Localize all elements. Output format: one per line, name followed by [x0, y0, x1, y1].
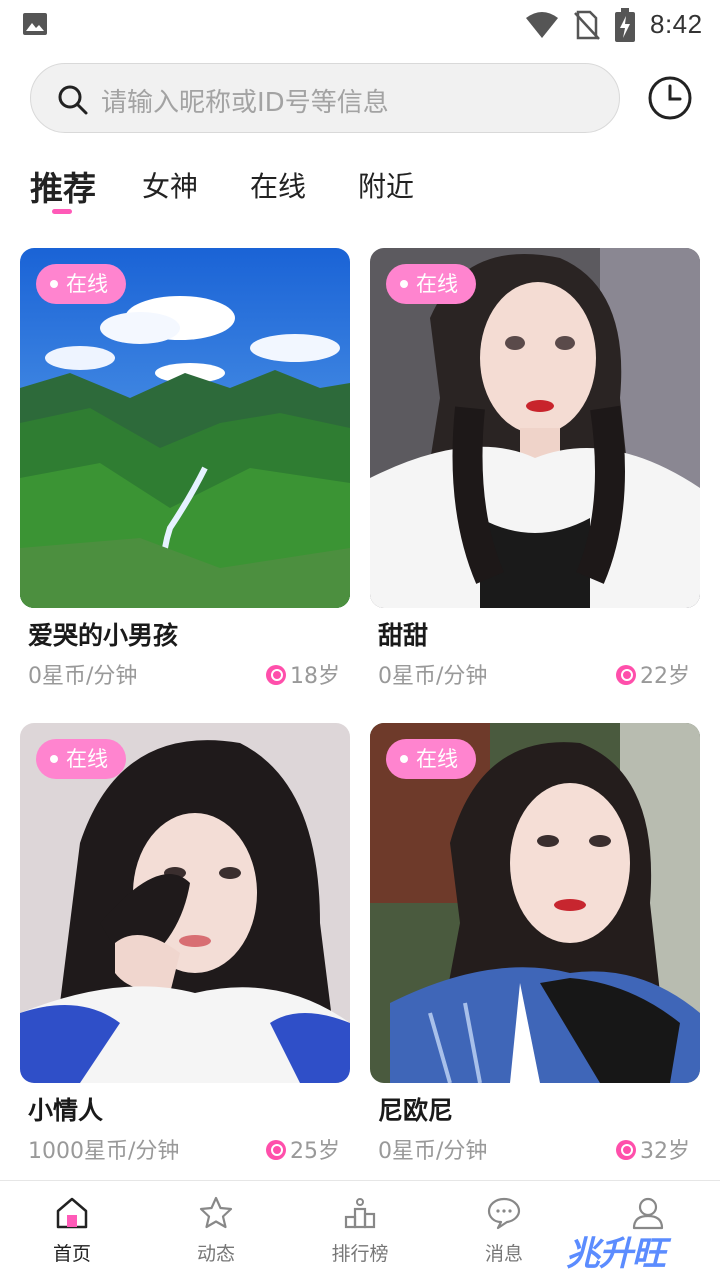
- chat-icon: [487, 1197, 521, 1230]
- call-price: 1000星币/分钟: [28, 1139, 180, 1164]
- call-price: 0星币/分钟: [378, 664, 488, 689]
- tab-goddess[interactable]: 女神: [142, 165, 198, 205]
- call-price: 0星币/分钟: [28, 664, 138, 689]
- call-price: 0星币/分钟: [378, 1139, 488, 1164]
- user-card[interactable]: 在线 爱哭的小男孩 0星币/分钟 18岁: [20, 248, 350, 698]
- nav-home[interactable]: 首页: [0, 1181, 144, 1280]
- tab-online[interactable]: 在线: [250, 165, 306, 205]
- active-tab-indicator: [52, 209, 72, 214]
- clock-time: 8:42: [650, 9, 703, 39]
- female-icon: [266, 665, 286, 685]
- status-bar: 8:42: [0, 0, 720, 50]
- user-card[interactable]: 在线 小情人 1000星币/分钟 25岁: [20, 723, 350, 1173]
- user-age: 32岁: [616, 1133, 690, 1165]
- history-clock-icon[interactable]: [647, 75, 693, 121]
- user-card[interactable]: 在线 尼欧尼 0星币/分钟 32岁: [370, 723, 700, 1173]
- female-icon: [616, 665, 636, 685]
- online-badge: 在线: [36, 264, 126, 304]
- user-age: 22岁: [616, 658, 690, 690]
- user-nickname: 小情人: [28, 1096, 104, 1125]
- wifi-icon: [526, 12, 558, 38]
- watermark-logo: 兆升旺: [566, 1234, 666, 1274]
- user-age: 25岁: [266, 1133, 340, 1165]
- search-input[interactable]: 请输入昵称或ID号等信息: [30, 63, 620, 133]
- category-tabs: 推荐 女神 在线 附近: [30, 165, 690, 225]
- user-nickname: 尼欧尼: [378, 1096, 454, 1125]
- star-icon: [199, 1196, 233, 1229]
- gallery-notification-icon: [23, 13, 47, 35]
- podium-icon: [344, 1198, 376, 1229]
- search-placeholder: 请输入昵称或ID号等信息: [101, 88, 389, 118]
- battery-charging-icon: [615, 8, 635, 42]
- user-nickname: 爱哭的小男孩: [28, 621, 179, 650]
- home-icon: [56, 1197, 88, 1229]
- female-icon: [616, 1140, 636, 1160]
- online-badge: 在线: [36, 739, 126, 779]
- user-age: 18岁: [266, 658, 340, 690]
- user-card[interactable]: 在线 甜甜 0星币/分钟 22岁: [370, 248, 700, 698]
- tab-recommend[interactable]: 推荐: [30, 162, 96, 210]
- search-icon: [58, 85, 88, 115]
- nav-messages[interactable]: 消息: [432, 1181, 576, 1280]
- user-nickname: 甜甜: [378, 621, 429, 650]
- nav-ranking[interactable]: 排行榜: [288, 1181, 432, 1280]
- online-badge: 在线: [386, 739, 476, 779]
- no-sim-icon: [574, 10, 600, 40]
- nav-feed[interactable]: 动态: [144, 1181, 288, 1280]
- online-badge: 在线: [386, 264, 476, 304]
- tab-nearby[interactable]: 附近: [358, 165, 414, 205]
- female-icon: [266, 1140, 286, 1160]
